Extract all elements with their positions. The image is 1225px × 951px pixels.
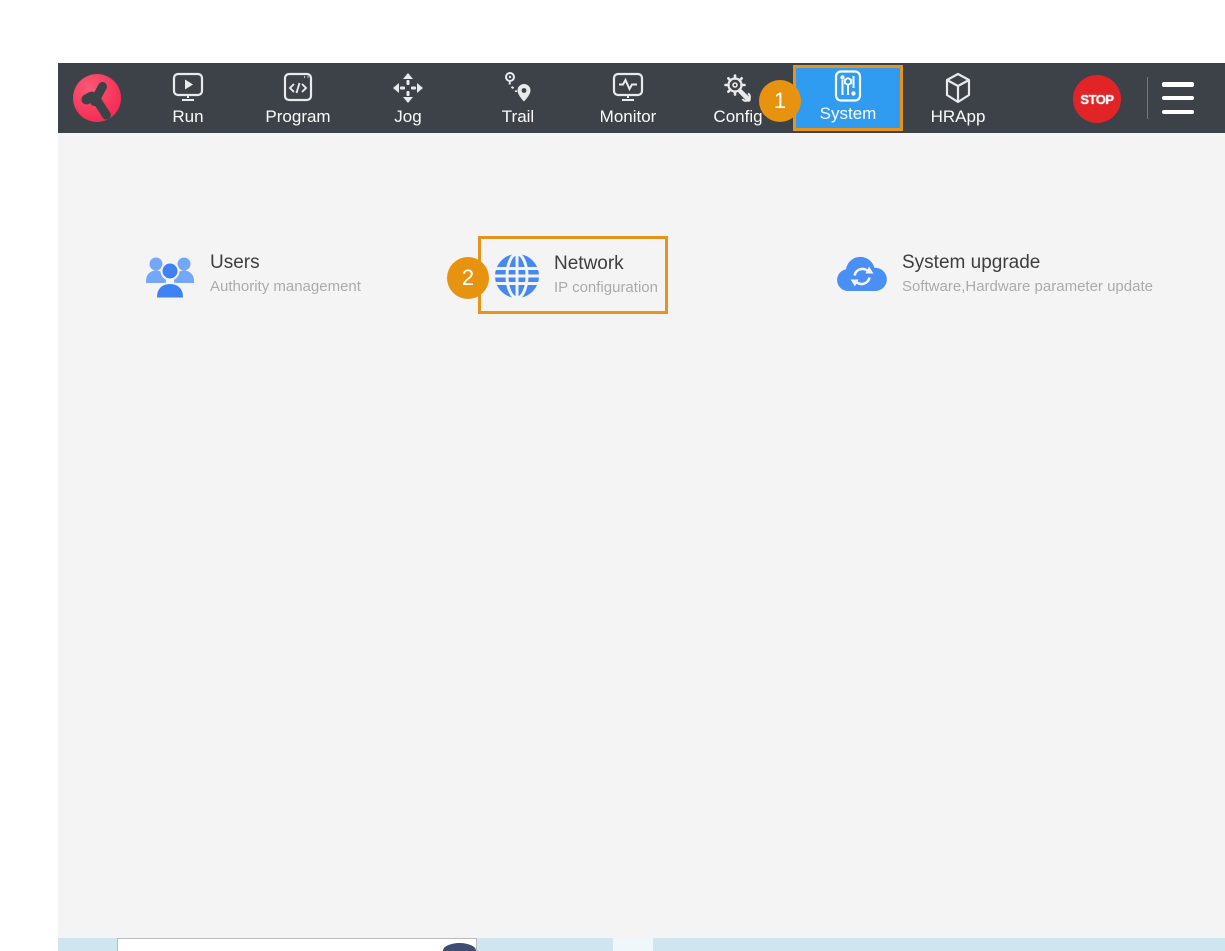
step-2-badge: 2 — [447, 257, 489, 299]
tab-label: System — [819, 104, 877, 123]
robot-teach-pendant-screenshot: Run Program Jog Trail Monitor Config Sys… — [58, 63, 1225, 951]
emergency-stop-button[interactable]: STOP — [1073, 75, 1121, 123]
network-globe-icon — [493, 252, 541, 305]
next-figure-panel-edge — [117, 938, 477, 951]
tile-system-upgrade[interactable]: System upgrade Software,Hardware paramet… — [835, 251, 1157, 300]
tile-subtitle: Software,Hardware parameter update — [902, 278, 1153, 295]
next-figure-top-edge — [58, 938, 1225, 951]
document-page: Run Program Jog Trail Monitor Config Sys… — [0, 0, 1225, 951]
run-monitor-play-icon — [170, 70, 206, 106]
tab-label: Run — [172, 107, 204, 126]
tile-network[interactable]: Network IP configuration — [493, 252, 658, 305]
topbar-divider — [1147, 77, 1148, 119]
tab-label: Monitor — [599, 107, 657, 126]
tab-trail[interactable]: Trail — [463, 63, 573, 133]
tile-subtitle: Authority management — [210, 278, 361, 295]
hans-robot-logo-icon[interactable] — [73, 74, 121, 122]
cube-icon — [940, 70, 976, 106]
trail-path-pins-icon — [500, 70, 536, 106]
tab-label: Trail — [501, 107, 535, 126]
users-group-icon — [143, 251, 197, 306]
config-gear-wrench-icon — [720, 70, 756, 106]
tab-label: Program — [265, 107, 331, 126]
step-1-badge: 1 — [759, 80, 801, 122]
cloud-sync-icon — [835, 251, 889, 300]
tab-monitor[interactable]: Monitor — [573, 63, 683, 133]
tile-users[interactable]: Users Authority management — [143, 251, 361, 306]
top-nav-bar: Run Program Jog Trail Monitor Config Sys… — [58, 63, 1225, 133]
next-figure-robot-image-edge — [443, 943, 476, 951]
next-figure-light-segment — [613, 938, 653, 951]
tab-hrapp[interactable]: HRApp — [903, 63, 1013, 133]
step-2-highlight-outline: Network IP configuration — [478, 236, 668, 314]
tab-label: Config — [713, 107, 763, 126]
system-sliders-icon — [830, 68, 866, 103]
menu-hamburger-icon[interactable] — [1162, 82, 1194, 114]
monitor-waveform-icon — [610, 70, 646, 106]
tile-subtitle: IP configuration — [554, 279, 658, 296]
tile-title: System upgrade — [902, 252, 1041, 273]
tab-program[interactable]: Program — [243, 63, 353, 133]
tab-label: Jog — [394, 107, 422, 126]
tab-system[interactable]: System — [793, 65, 903, 131]
jog-arrows-icon — [390, 70, 426, 106]
system-page-content: Users Authority management Network IP co… — [58, 133, 1225, 938]
tile-title: Users — [210, 252, 260, 273]
tab-run[interactable]: Run — [133, 63, 243, 133]
program-code-window-icon — [280, 70, 316, 106]
tab-jog[interactable]: Jog — [353, 63, 463, 133]
tile-title: Network — [554, 253, 624, 274]
tab-label: HRApp — [930, 107, 986, 126]
